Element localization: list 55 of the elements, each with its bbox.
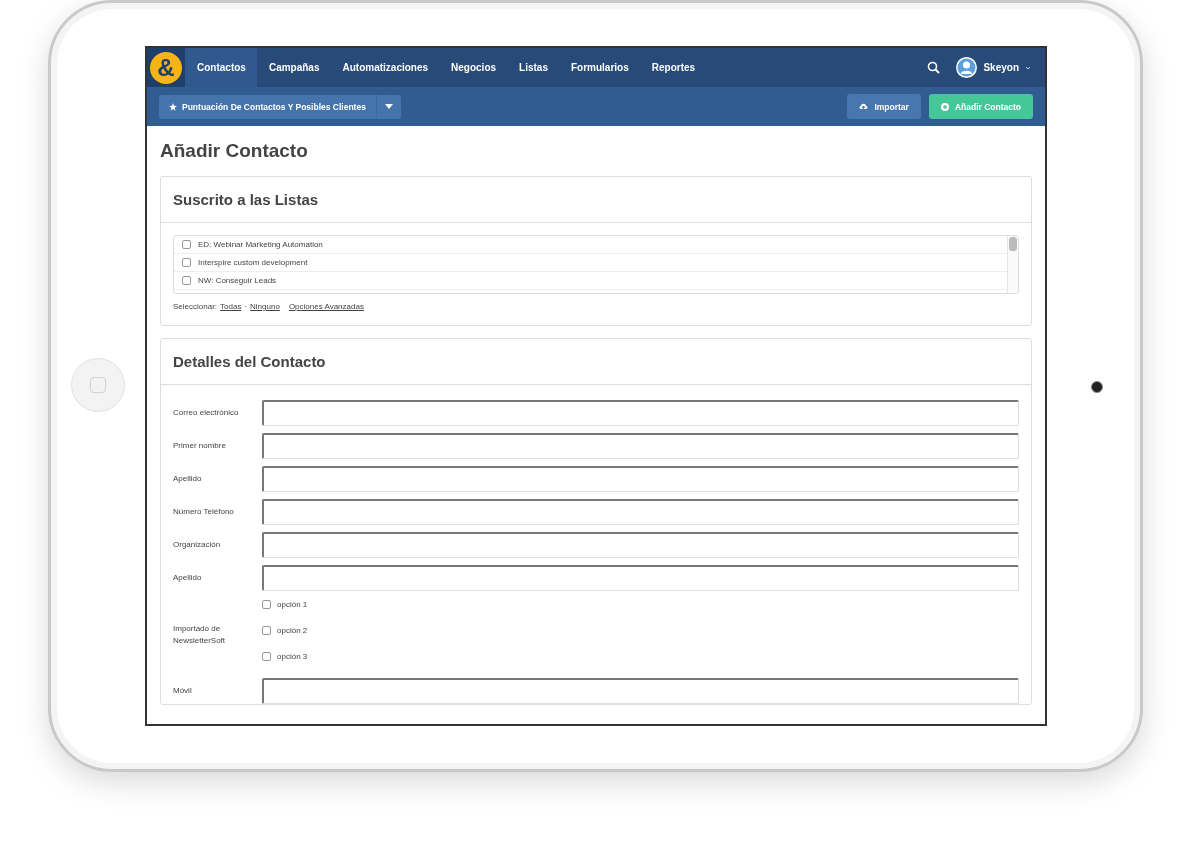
list-dropdown[interactable]: Puntuación De Contactos Y Posibles Clientes (159, 94, 401, 119)
page-title: Añadir Contacto (160, 140, 309, 162)
checkbox[interactable] (262, 600, 271, 609)
list-name: ED: Webinar Marketing Automation (198, 240, 323, 249)
field-label: Primer nombre (173, 440, 227, 452)
option-label: opción 3 (277, 652, 308, 661)
nav-tab[interactable]: Campañas (256, 48, 331, 87)
card-title: Suscrito a las Listas (173, 191, 319, 208)
input-field[interactable] (262, 433, 1019, 459)
chevron-down-icon[interactable] (1025, 65, 1031, 70)
select-label: Seleccionar: (173, 302, 218, 311)
list-name: Interspire custom development (198, 258, 308, 267)
select-link[interactable]: Ninguno (250, 302, 280, 311)
card-title: Detalles del Contacto (173, 353, 326, 370)
checkbox[interactable] (182, 258, 191, 267)
checkbox[interactable] (182, 240, 191, 249)
nav-tab[interactable]: Contactos (185, 48, 257, 87)
separator: · (244, 302, 248, 311)
field-label: Móvil (173, 685, 193, 697)
field-label: Importado de NewsletterSoft (173, 623, 227, 646)
field-label: Apellido (173, 473, 203, 485)
field-label: Correo electrónico (173, 407, 240, 419)
option-label: opción 1 (277, 600, 308, 609)
input-field[interactable] (262, 400, 1019, 426)
user-name[interactable]: Skeyon (983, 62, 1019, 73)
input-field[interactable] (262, 466, 1019, 492)
star-icon (169, 102, 177, 111)
input-field[interactable] (262, 532, 1019, 558)
search-icon[interactable] (927, 61, 941, 74)
field-label: Apellido (173, 572, 203, 584)
avatar-icon[interactable] (956, 57, 978, 78)
camera-dot (1091, 381, 1103, 393)
list-name: NW: Conseguir Leads (198, 276, 277, 285)
plus-circle-icon (940, 102, 949, 111)
logo[interactable]: & (150, 51, 182, 84)
nav-tab[interactable]: Negocios (439, 48, 508, 87)
nav-tab[interactable]: Reportes (639, 48, 707, 87)
field-label: Organización (173, 539, 222, 551)
input-field[interactable] (262, 678, 1019, 704)
checkbox[interactable] (262, 626, 271, 635)
field-label: Número Teléfono (173, 506, 235, 518)
checkbox[interactable] (262, 652, 271, 661)
caret-icon (384, 104, 393, 109)
cloud-upload-icon (859, 102, 869, 111)
input-field[interactable] (262, 565, 1019, 591)
nav-tab[interactable]: Listas (507, 48, 559, 87)
nav-tab[interactable]: Formularios (559, 48, 640, 87)
option-label: opción 2 (277, 626, 308, 635)
input-field[interactable] (262, 499, 1019, 525)
import-button[interactable]: Importar (847, 94, 921, 119)
select-link[interactable]: Todas (220, 302, 242, 311)
advanced-options-link[interactable]: Opciones Avanzadas (288, 302, 364, 311)
nav-tab[interactable]: Automatizaciones (330, 48, 440, 87)
scrollbar[interactable] (1007, 236, 1018, 293)
checkbox[interactable] (182, 276, 191, 285)
